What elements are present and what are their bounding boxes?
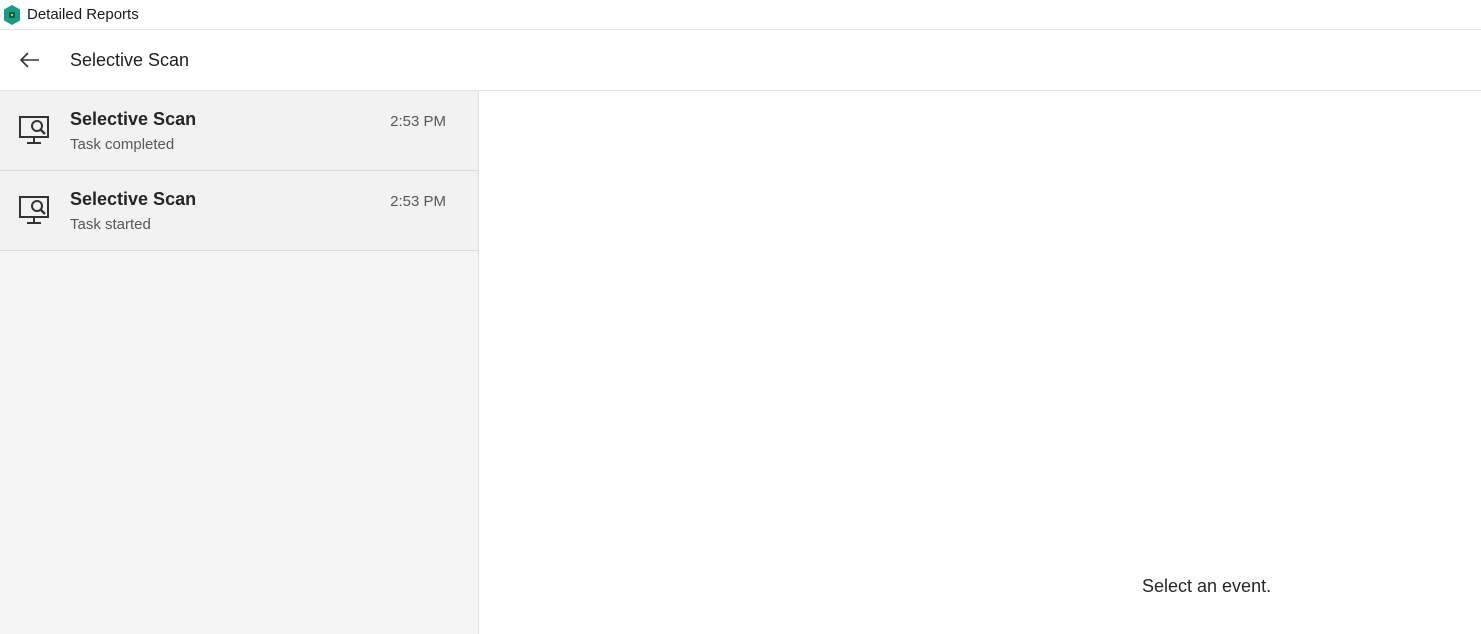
event-status: Task started bbox=[70, 216, 151, 233]
page-title: Selective Scan bbox=[70, 49, 190, 70]
window-titlebar: Detailed Reports bbox=[0, 0, 1481, 30]
event-list: Selective Scan Task completed 2:53 PM Se… bbox=[0, 91, 479, 634]
event-item-started[interactable]: Selective Scan Task started 2:53 PM bbox=[0, 171, 478, 251]
back-button[interactable] bbox=[10, 40, 50, 80]
monitor-search-icon bbox=[19, 116, 49, 144]
page-header: Selective Scan bbox=[0, 30, 1481, 91]
back-arrow-icon bbox=[20, 52, 39, 68]
event-detail-pane: Select an event. bbox=[480, 91, 1481, 634]
event-status: Task completed bbox=[70, 136, 175, 153]
app-logo-icon bbox=[3, 4, 21, 25]
window-title: Detailed Reports bbox=[27, 6, 139, 23]
empty-state-message: Select an event. bbox=[1142, 576, 1272, 596]
event-time: 2:53 PM bbox=[390, 193, 446, 210]
event-title: Selective Scan bbox=[70, 109, 197, 129]
event-time: 2:53 PM bbox=[390, 113, 446, 130]
event-title: Selective Scan bbox=[70, 189, 197, 209]
event-item-completed[interactable]: Selective Scan Task completed 2:53 PM bbox=[0, 91, 478, 171]
monitor-search-icon bbox=[19, 196, 49, 224]
